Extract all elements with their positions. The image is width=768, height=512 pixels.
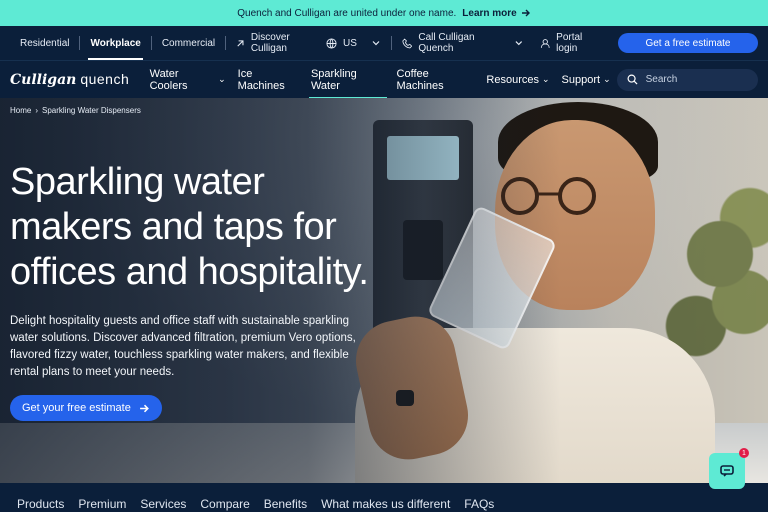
breadcrumb-current: Sparkling Water Dispensers bbox=[42, 106, 141, 115]
nav-water-coolers[interactable]: Water Coolers ⌄ bbox=[144, 61, 232, 99]
nav-menu: Water Coolers ⌄ Ice Machines Sparkling Wa… bbox=[144, 61, 617, 99]
nav-label: Ice Machines bbox=[237, 67, 285, 92]
breadcrumb: Home › Sparkling Water Dispensers bbox=[10, 106, 141, 115]
tab-premium[interactable]: Premium bbox=[71, 497, 133, 511]
phone-icon bbox=[402, 38, 413, 48]
search-box[interactable] bbox=[616, 68, 758, 91]
nav-label: Resources bbox=[486, 73, 539, 86]
chevron-down-icon: ⌄ bbox=[603, 74, 611, 84]
hero-title-line: makers and taps for bbox=[10, 206, 337, 248]
chevron-down-icon bbox=[372, 41, 380, 46]
call-label: Call Culligan Quench bbox=[418, 32, 475, 54]
chat-bubble-icon bbox=[720, 465, 734, 477]
chevron-down-icon: ⌄ bbox=[218, 74, 226, 84]
nav-resources[interactable]: Resources ⌄ bbox=[480, 61, 555, 99]
chevron-down-icon bbox=[515, 41, 523, 46]
arrow-right-icon bbox=[139, 404, 149, 412]
breadcrumb-home[interactable]: Home bbox=[10, 106, 31, 115]
segment-residential[interactable]: Residential bbox=[10, 26, 79, 60]
learn-more-label: Learn more bbox=[462, 7, 517, 19]
segment-workplace[interactable]: Workplace bbox=[80, 26, 150, 60]
free-estimate-label: Get your free estimate bbox=[22, 402, 131, 414]
hero-title-line: offices and hospitality. bbox=[10, 251, 369, 293]
hero-content: Sparkling water makers and taps for offi… bbox=[10, 160, 410, 421]
nav-support[interactable]: Support ⌄ bbox=[556, 61, 617, 99]
call-dropdown[interactable]: Call Culligan Quench bbox=[402, 26, 524, 60]
segment-commercial[interactable]: Commercial bbox=[152, 26, 225, 60]
section-tabs: Products Premium Services Compare Benefi… bbox=[0, 483, 768, 512]
globe-icon bbox=[326, 37, 337, 49]
free-estimate-button[interactable]: Get your free estimate bbox=[10, 395, 162, 421]
search-icon bbox=[627, 74, 638, 85]
culligan-quench-logo[interactable]: Culligan quench bbox=[10, 71, 136, 88]
notification-badge: 1 bbox=[739, 448, 749, 458]
segment-workplace-label: Workplace bbox=[90, 37, 141, 49]
tab-compare[interactable]: Compare bbox=[193, 497, 256, 511]
hero-title-line: Sparkling water bbox=[10, 161, 265, 203]
get-estimate-button[interactable]: Get a free estimate bbox=[617, 33, 758, 53]
external-arrow-icon bbox=[237, 39, 244, 46]
region-selector[interactable]: US bbox=[326, 26, 381, 60]
nav-ice-machines[interactable]: Ice Machines bbox=[232, 61, 305, 99]
breadcrumb-separator: › bbox=[35, 106, 39, 115]
hero-description: Delight hospitality guests and office st… bbox=[10, 315, 356, 378]
announcement-text: Quench and Culligan are united under one… bbox=[237, 7, 457, 19]
nav-label: Water Coolers bbox=[149, 67, 188, 92]
divider bbox=[390, 36, 392, 50]
main-nav: Culligan quench Water Coolers ⌄ Ice Machi… bbox=[0, 60, 768, 99]
nav-label: Support bbox=[561, 73, 601, 86]
tab-what-makes-us-different[interactable]: What makes us different bbox=[314, 497, 457, 511]
nav-coffee-machines[interactable]: Coffee Machines bbox=[391, 61, 481, 99]
user-icon bbox=[540, 38, 550, 48]
portal-login-link[interactable]: Portal login bbox=[540, 26, 604, 60]
search-input[interactable] bbox=[645, 74, 746, 85]
announcement-bar: Quench and Culligan are united under one… bbox=[0, 0, 768, 26]
learn-more-link[interactable]: Learn more bbox=[462, 8, 530, 19]
segment-residential-label: Residential bbox=[20, 37, 70, 49]
hero-title: Sparkling water makers and taps for offi… bbox=[10, 160, 410, 295]
logo-quench: quench bbox=[80, 71, 130, 87]
discover-label: Discover Culligan bbox=[250, 32, 290, 54]
logo-culligan: Culligan bbox=[10, 72, 77, 88]
tab-products[interactable]: Products bbox=[10, 497, 71, 511]
arrow-right-icon bbox=[521, 9, 530, 17]
tab-services[interactable]: Services bbox=[133, 497, 193, 511]
nav-sparkling-water[interactable]: Sparkling Water bbox=[305, 61, 391, 99]
hero-section: Home › Sparkling Water Dispensers Sparkl… bbox=[0, 98, 768, 483]
nav-label: Sparkling Water bbox=[310, 67, 357, 92]
portal-label: Portal login bbox=[556, 32, 583, 54]
tab-benefits[interactable]: Benefits bbox=[257, 497, 314, 511]
chat-button[interactable]: 1 bbox=[709, 448, 749, 489]
segment-commercial-label: Commercial bbox=[161, 37, 216, 49]
chevron-down-icon: ⌄ bbox=[542, 74, 550, 84]
utility-nav: Residential Workplace Commercial Discove… bbox=[0, 26, 768, 60]
region-label: US bbox=[343, 37, 357, 49]
tab-faqs[interactable]: FAQs bbox=[457, 497, 501, 511]
nav-label: Coffee Machines bbox=[396, 67, 444, 92]
discover-culligan-link[interactable]: Discover Culligan bbox=[226, 26, 326, 60]
